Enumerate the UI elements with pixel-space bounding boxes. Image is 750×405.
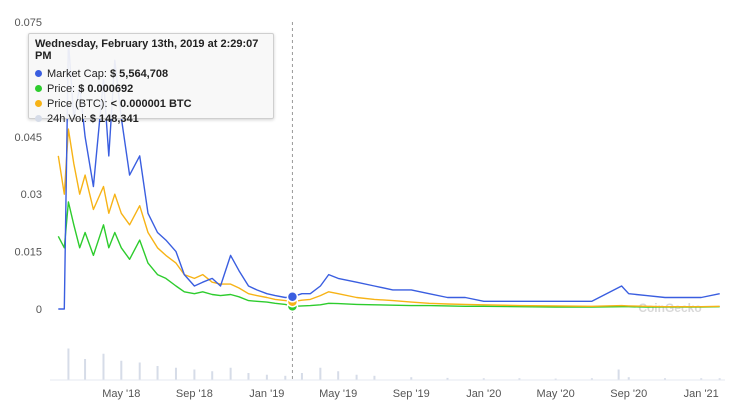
volume-bar	[156, 366, 159, 380]
volume-bar	[247, 373, 250, 380]
series-line-price	[57, 201, 720, 308]
volume-bar	[211, 371, 214, 380]
chart-tooltip: Wednesday, February 13th, 2019 at 2:29:0…	[28, 33, 274, 125]
tooltip-row-volume: 24h Vol: $ 148,341	[35, 112, 267, 127]
price-btc-dot	[35, 99, 42, 107]
volume-bar	[120, 360, 123, 380]
tooltip-value: $ 0.000692	[78, 83, 134, 95]
volume-bar	[102, 353, 105, 380]
volume-bar	[284, 375, 287, 380]
volume-bar	[84, 359, 87, 380]
tooltip-value: $ 148,341	[89, 113, 139, 125]
tooltip-row-market-cap: Market Cap: $ 5,564,708	[35, 67, 267, 82]
volume-dot	[35, 114, 42, 122]
x-tick-label: Jan '20	[466, 388, 501, 400]
tooltip-row-price: Price: $ 0.000692	[35, 82, 267, 97]
x-tick-label: Sep '20	[610, 388, 647, 400]
tooltip-row-price-btc: Price (BTC): < 0.000001 BTC	[35, 97, 267, 112]
volume-bar	[337, 371, 340, 380]
volume-bar	[373, 375, 376, 380]
volume-bar	[193, 369, 196, 380]
y-tick-label: 0.03	[21, 189, 42, 201]
volume-bar	[265, 374, 268, 380]
volume-bar	[617, 369, 620, 380]
y-tick-label: 0.075	[14, 17, 42, 29]
series-line-price-btc	[57, 128, 720, 308]
x-tick-label: Jan '21	[684, 388, 719, 400]
tooltip-date: Wednesday, February 13th, 2019 at 2:29:0…	[35, 38, 259, 62]
x-tick-label: Sep '19	[393, 388, 430, 400]
tooltip-label: Market Cap:	[47, 68, 107, 80]
x-tick-label: May '20	[537, 388, 575, 400]
tooltip-label: Price:	[47, 83, 76, 95]
volume-bar	[319, 367, 322, 380]
watermark: CoinGecko	[638, 301, 701, 315]
volume-bar	[174, 367, 177, 380]
tooltip-value: < 0.000001 BTC	[110, 98, 192, 110]
market-cap-dot	[35, 69, 42, 77]
volume-bar	[67, 348, 70, 380]
tooltip-label: Price (BTC):	[47, 98, 108, 110]
x-tick-label: May '18	[102, 388, 140, 400]
hover-point-market-cap	[286, 291, 299, 303]
volume-bar	[229, 367, 232, 380]
x-tick-label: Sep '18	[176, 388, 213, 400]
y-tick-label: 0.015	[14, 247, 42, 259]
y-tick-label: 0.045	[14, 132, 42, 144]
volume-bar	[138, 362, 141, 380]
x-tick-label: Jan '19	[249, 388, 284, 400]
tooltip-label: 24h Vol:	[47, 113, 87, 125]
volume-bar	[355, 374, 358, 380]
x-tick-label: May '19	[319, 388, 357, 400]
volume-bar	[300, 373, 303, 380]
y-tick-label: 0	[36, 304, 42, 316]
tooltip-value: $ 5,564,708	[109, 68, 169, 80]
price-dot	[35, 84, 42, 92]
